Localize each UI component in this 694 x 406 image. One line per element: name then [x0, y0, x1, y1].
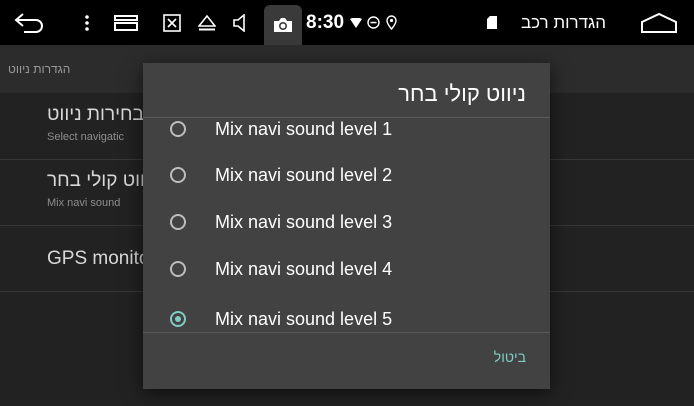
- option-label: Mix navi sound level 1: [215, 118, 393, 139]
- volume-icon[interactable]: [229, 0, 251, 45]
- do-not-disturb-icon: [366, 0, 380, 45]
- setting-title: בחירות ניווט: [47, 104, 144, 125]
- radio-unchecked-icon[interactable]: [170, 261, 186, 277]
- dialog-title: ניווט קולי בחר: [398, 81, 526, 106]
- radio-unchecked-icon[interactable]: [170, 214, 186, 230]
- option-label: Mix navi sound level 4: [215, 258, 393, 279]
- recents-icon[interactable]: [113, 0, 139, 45]
- back-icon[interactable]: [12, 0, 46, 45]
- option-level-1[interactable]: Mix navi sound level 1: [143, 106, 550, 152]
- setting-title: ניווט קולי בחר: [47, 170, 158, 191]
- radio-unchecked-icon[interactable]: [170, 167, 186, 183]
- setting-subtitle: Mix navi sound: [47, 197, 121, 209]
- option-label: Mix navi sound level 5: [215, 308, 393, 329]
- navi-sound-dialog: ניווט קולי בחר Mix navi sound level 1 Mi…: [143, 63, 550, 389]
- sd-card-icon: [485, 0, 499, 45]
- eject-icon[interactable]: [196, 0, 218, 45]
- app-title: הגדרות רכב: [520, 13, 606, 32]
- option-label: Mix navi sound level 3: [215, 211, 393, 232]
- more-icon[interactable]: [80, 0, 94, 45]
- location-icon: [384, 0, 398, 45]
- setting-subtitle: Select navigatic: [47, 131, 125, 143]
- cancel-button[interactable]: ביטול: [494, 345, 526, 369]
- wifi-icon: [349, 0, 363, 45]
- screenshot-icon[interactable]: [160, 0, 184, 45]
- camera-icon[interactable]: [264, 5, 302, 45]
- setting-title: GPS monito: [47, 248, 150, 269]
- option-level-2[interactable]: Mix navi sound level 2: [143, 152, 550, 198]
- clock: 8:30: [306, 12, 345, 33]
- option-label: Mix navi sound level 2: [215, 164, 393, 185]
- status-bar: 8:30 הגדרות רכב: [0, 0, 694, 45]
- home-icon[interactable]: [639, 0, 679, 45]
- option-level-4[interactable]: Mix navi sound level 4: [143, 246, 550, 292]
- option-level-5[interactable]: Mix navi sound level 5: [143, 296, 550, 342]
- dialog-divider: [143, 332, 550, 333]
- radio-unchecked-icon[interactable]: [170, 121, 186, 137]
- option-level-3[interactable]: Mix navi sound level 3: [143, 199, 550, 245]
- radio-checked-icon[interactable]: [170, 311, 186, 327]
- page-title: הגדרות ניווט: [8, 62, 71, 76]
